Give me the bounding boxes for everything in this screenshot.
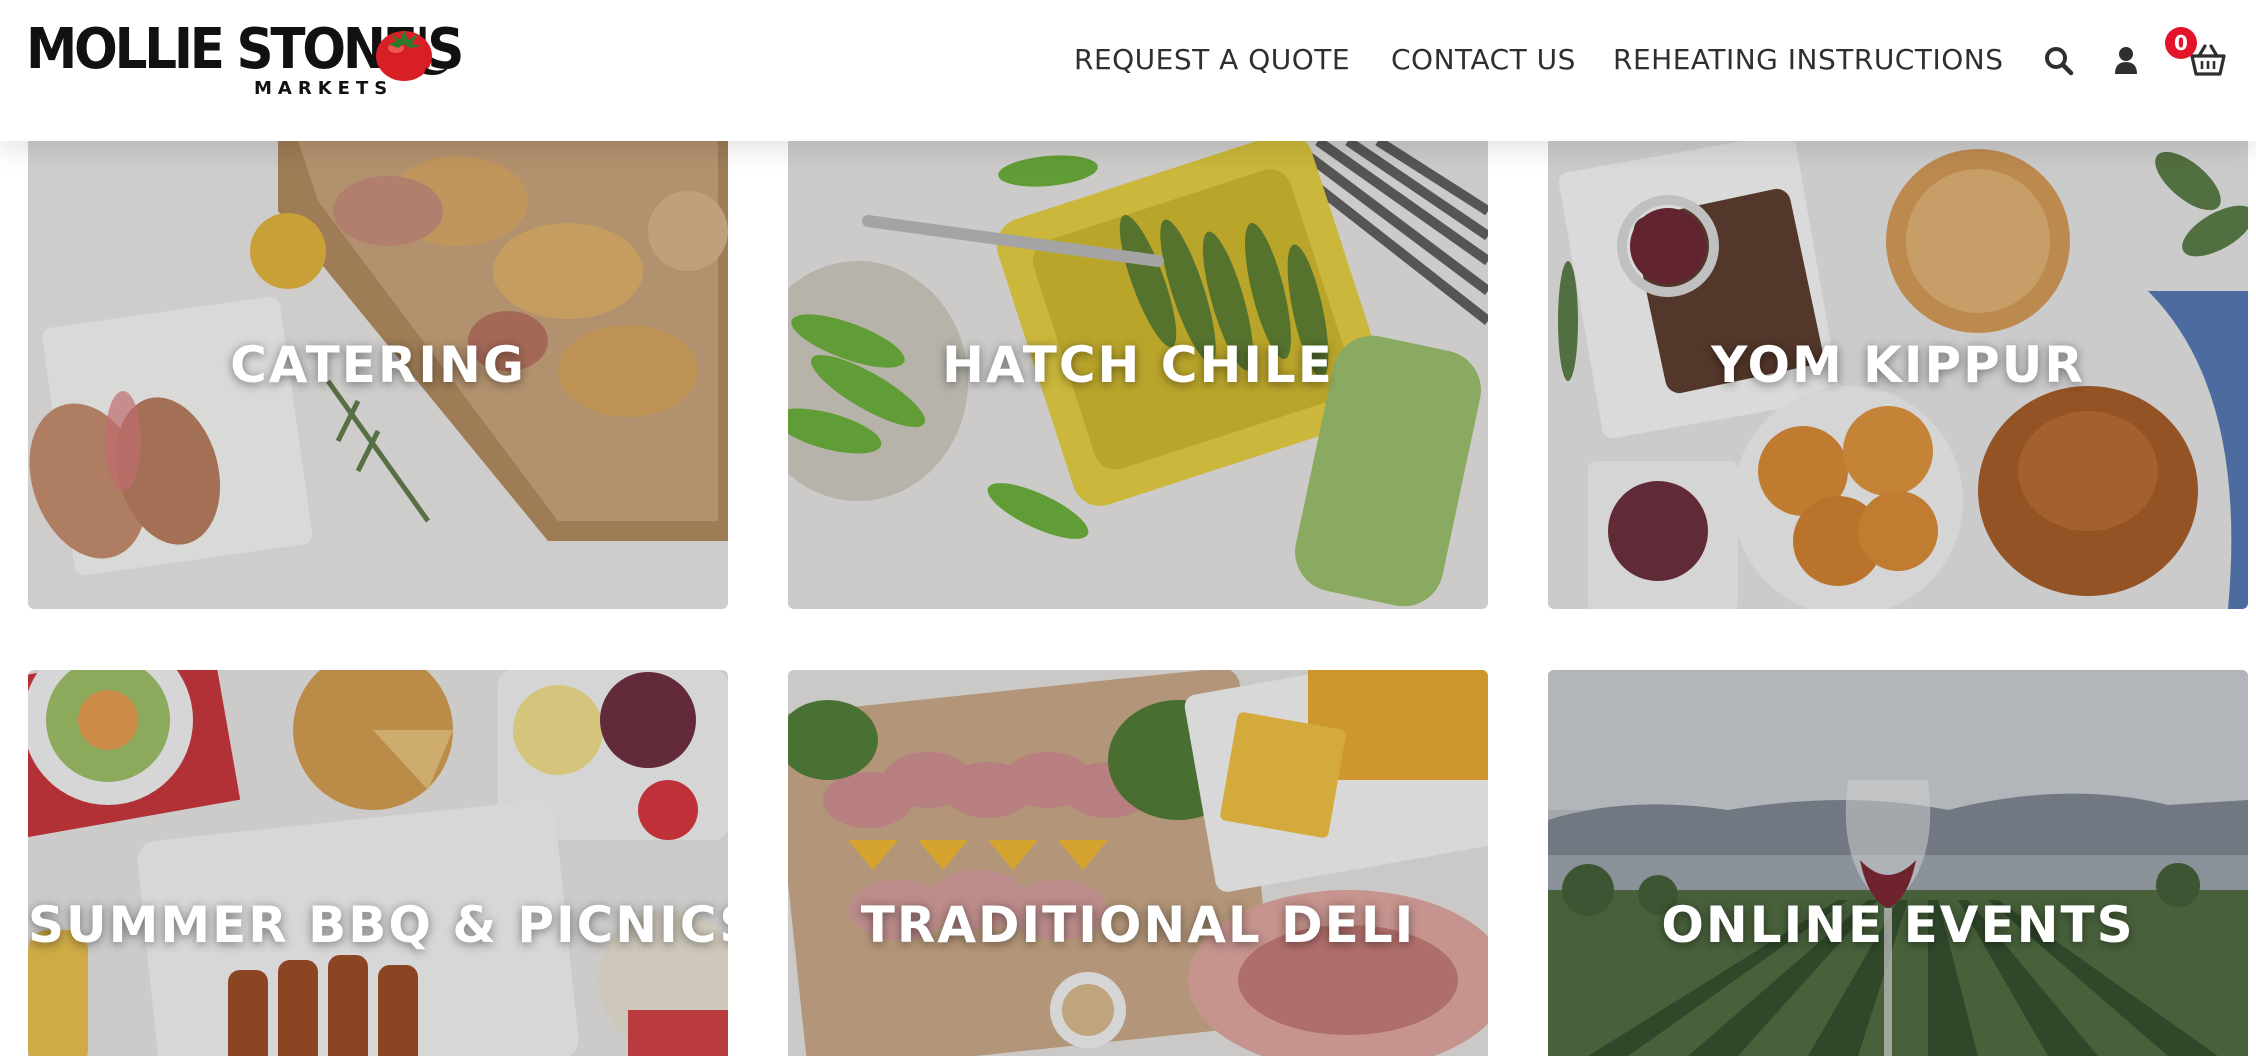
tile-label-traditional-deli: TRADITIONAL DELI (860, 896, 1416, 954)
nav-reheating-instructions[interactable]: REHEATING INSTRUCTIONS (1613, 40, 2003, 80)
tile-overlay (28, 670, 728, 1056)
user-icon[interactable] (2114, 46, 2138, 74)
logo-subtitle: MARKETS (254, 78, 394, 99)
tile-hatch-chile[interactable]: HATCH CHILE (788, 141, 1488, 609)
nav-contact-us[interactable]: CONTACT US (1391, 40, 1576, 80)
tile-label-catering: CATERING (230, 336, 526, 394)
tile-label-yom-kippur: YOM KIPPUR (1711, 336, 2085, 394)
tile-online-events[interactable]: ONLINE EVENTS (1548, 670, 2248, 1056)
nav-request-quote[interactable]: REQUEST A QUOTE (1074, 40, 1350, 80)
tile-summer-bbq[interactable]: SUMMER BBQ & PICNICS (28, 670, 728, 1056)
tile-label-online-events: ONLINE EVENTS (1661, 896, 2135, 954)
tomato-logo-icon (376, 30, 450, 81)
search-icon[interactable] (2044, 46, 2074, 76)
tile-catering[interactable]: CATERING (28, 141, 728, 609)
site-header: MOLLIE STONE'S MARKETS REQUEST A QUOTE C… (0, 0, 2256, 141)
tile-overlay (788, 670, 1488, 1056)
tile-label-summer-bbq: SUMMER BBQ & PICNICS (28, 896, 728, 954)
tile-yom-kippur[interactable]: YOM KIPPUR (1548, 141, 2248, 609)
cart-count-badge: 0 (2165, 27, 2197, 59)
mollie-stones-logo[interactable]: MOLLIE STONE'S MARKETS (26, 18, 464, 104)
tile-label-hatch-chile: HATCH CHILE (942, 336, 1334, 394)
tile-overlay (1548, 670, 2248, 1056)
tile-traditional-deli[interactable]: TRADITIONAL DELI (788, 670, 1488, 1056)
